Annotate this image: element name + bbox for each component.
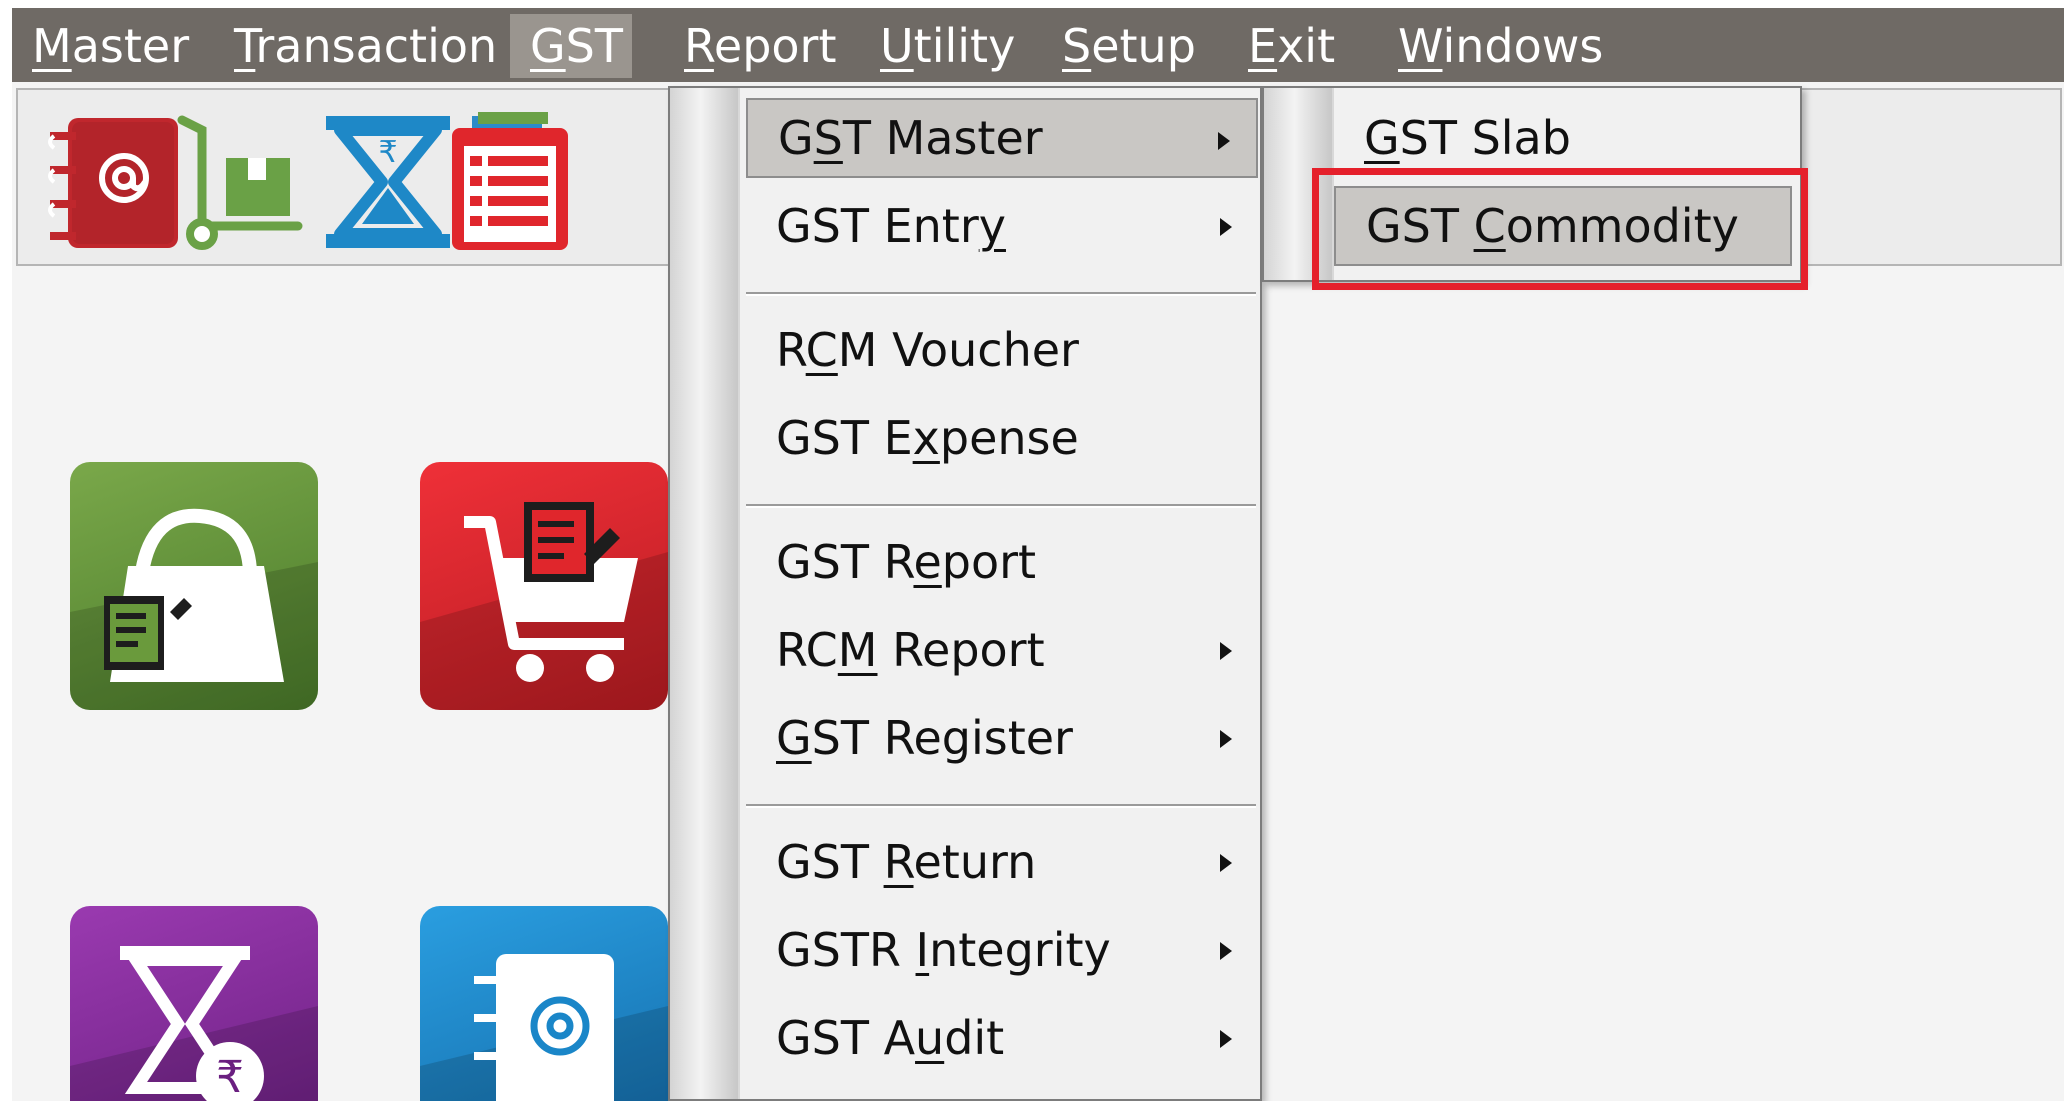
menu-separator <box>746 504 1256 508</box>
menu-item-text: M Voucher <box>837 323 1079 377</box>
menu-accelerator: R <box>684 19 714 73</box>
menu-item-gst-register[interactable]: GST Register <box>746 698 1258 778</box>
menu-label: aster <box>71 19 190 73</box>
menu-label: ransaction <box>255 19 498 73</box>
sales-cart-tile[interactable] <box>420 462 668 710</box>
menu-transaction[interactable]: Transaction <box>214 14 517 78</box>
submenu-arrow-icon <box>1218 132 1230 150</box>
menu-item-text: ntegrity <box>929 923 1111 977</box>
menu-gutter <box>670 88 740 1099</box>
contacts-book-tile[interactable] <box>420 906 668 1101</box>
menu-item-gst-report[interactable]: GST Report <box>746 522 1258 602</box>
payment-hourglass-tile[interactable]: ₹ <box>70 906 318 1101</box>
menu-item-text: port <box>941 535 1037 589</box>
menu-item-text: GST R <box>776 535 914 589</box>
menu-item-accelerator: I <box>915 923 930 977</box>
submenu-arrow-icon <box>1220 942 1232 960</box>
menu-item-accelerator: M <box>837 623 878 677</box>
submenu-arrow-icon <box>1220 854 1232 872</box>
annotation-highlight-box <box>1312 168 1808 290</box>
menu-item-accelerator: S <box>813 111 843 165</box>
menu-item-text: GST A <box>776 1011 916 1065</box>
hourglass-rupee-icon[interactable]: ₹ <box>314 112 462 252</box>
menu-setup[interactable]: Setup <box>1042 14 1216 78</box>
menu-item-text: GSTR <box>776 923 916 977</box>
menu-item-text: GST <box>776 835 884 889</box>
menu-exit[interactable]: Exit <box>1228 14 1355 78</box>
menu-item-accelerator: G <box>1364 111 1400 165</box>
menu-separator <box>746 804 1256 808</box>
menu-item-accelerator: R <box>883 835 914 889</box>
menu-item-text: pense <box>939 411 1079 465</box>
menu-item-accelerator: y <box>978 199 1006 253</box>
app-window: Master Transaction GST Report Utility Setup Ex… <box>12 8 2064 1101</box>
menu-item-gst-master[interactable]: GST Master <box>746 98 1258 178</box>
menu-item-accelerator: C <box>805 323 838 377</box>
menu-label: etup <box>1091 19 1196 73</box>
menu-item-text: G <box>778 111 814 165</box>
submenu-arrow-icon <box>1220 1030 1232 1048</box>
menu-item-text: ST Register <box>811 711 1073 765</box>
menu-item-gst-audit[interactable]: GST Audit <box>746 998 1258 1078</box>
menu-item-text: GST Entr <box>776 199 979 253</box>
menu-report[interactable]: Report <box>664 14 857 78</box>
svg-text:₹: ₹ <box>378 135 397 170</box>
svg-text:₹: ₹ <box>216 1052 244 1101</box>
menu-item-gst-expense[interactable]: GST Expense <box>746 398 1258 478</box>
menu-master[interactable]: Master <box>12 14 209 78</box>
menu-label: ST <box>565 19 623 73</box>
menu-accelerator: G <box>530 19 566 73</box>
menu-item-accelerator: x <box>912 411 940 465</box>
menu-windows[interactable]: Windows <box>1378 14 1623 78</box>
menu-item-text: dit <box>944 1011 1005 1065</box>
menu-item-gst-entry[interactable]: GST Entry <box>746 186 1258 266</box>
menu-accelerator: E <box>1248 19 1278 73</box>
menu-item-text: RC <box>776 623 838 677</box>
menubar: Master Transaction GST Report Utility Setup Ex… <box>12 8 2064 82</box>
menu-item-gst-slab[interactable]: GST Slab <box>1334 98 1792 178</box>
purchase-bag-tile[interactable] <box>70 462 318 710</box>
menu-accelerator: W <box>1398 19 1443 73</box>
menu-gst[interactable]: GST <box>510 14 632 78</box>
submenu-arrow-icon <box>1220 218 1232 236</box>
menu-item-accelerator: e <box>913 535 942 589</box>
menu-label: tility <box>913 19 1016 73</box>
menu-accelerator: T <box>234 19 256 73</box>
submenu-arrow-icon <box>1220 642 1232 660</box>
menu-item-accelerator: u <box>915 1011 945 1065</box>
gst-dropdown-menu: GST Master GST Entry RCM Voucher GST Expens… <box>668 86 1262 1101</box>
menu-label: indows <box>1442 19 1604 73</box>
menu-item-rcm-voucher[interactable]: RCM Voucher <box>746 310 1258 390</box>
hand-truck-icon[interactable] <box>168 112 316 252</box>
menu-accelerator: M <box>32 19 72 73</box>
menu-accelerator: S <box>1062 19 1092 73</box>
menu-utility[interactable]: Utility <box>860 14 1035 78</box>
menu-separator <box>746 292 1256 296</box>
menu-item-gst-return[interactable]: GST Return <box>746 822 1258 902</box>
clipboard-list-icon[interactable] <box>442 112 590 252</box>
submenu-arrow-icon <box>1220 730 1232 748</box>
menu-item-text: R <box>776 323 806 377</box>
menu-item-text: GST E <box>776 411 913 465</box>
menu-label: xit <box>1277 19 1336 73</box>
menu-item-gstr-integrity[interactable]: GSTR Integrity <box>746 910 1258 990</box>
menu-item-rcm-report[interactable]: RCM Report <box>746 610 1258 690</box>
menu-item-text: T Master <box>842 111 1043 165</box>
menu-accelerator: U <box>880 19 914 73</box>
menu-item-text: ST Slab <box>1399 111 1571 165</box>
menu-item-text: Report <box>877 623 1045 677</box>
menu-item-accelerator: G <box>776 711 812 765</box>
menu-item-text: eturn <box>913 835 1037 889</box>
menu-label: eport <box>713 19 837 73</box>
